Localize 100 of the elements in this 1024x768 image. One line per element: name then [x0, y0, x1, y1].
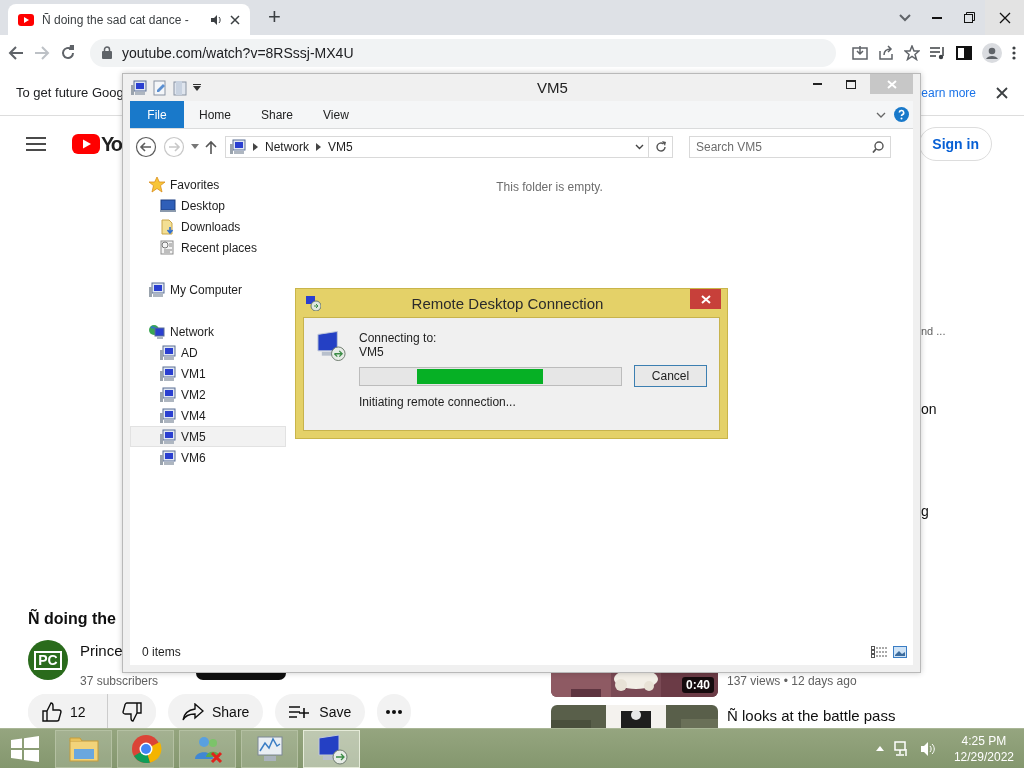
empty-folder-text: This folder is empty.	[495, 180, 604, 194]
nav-item[interactable]: Downloads	[130, 216, 286, 237]
close-icon[interactable]	[996, 86, 1008, 99]
nav-item[interactable]: VM5	[130, 426, 286, 447]
breadcrumb-item[interactable]: VM5	[328, 139, 353, 154]
breadcrumb-item[interactable]: Network	[265, 139, 309, 154]
breadcrumb-arrow-icon[interactable]	[316, 142, 321, 151]
new-tab-button[interactable]: +	[262, 3, 287, 31]
star-icon[interactable]	[904, 44, 920, 61]
network-icon[interactable]	[893, 740, 910, 757]
logo-text: Yo	[101, 132, 122, 156]
item-count: 0 items	[142, 645, 181, 659]
chevron-down-icon[interactable]	[899, 13, 911, 22]
more-button[interactable]	[377, 694, 412, 730]
up-arrow-icon[interactable]	[205, 139, 217, 154]
close-button[interactable]	[690, 289, 721, 309]
playlist-add-icon	[289, 705, 312, 719]
remote-desktop-icon	[306, 295, 321, 311]
target-name: VM5	[359, 345, 385, 359]
video-title[interactable]: Ñ looks at the battle pass	[727, 707, 896, 728]
close-icon	[700, 294, 711, 304]
large-icons-view-icon[interactable]	[893, 646, 907, 658]
more-dots-icon	[386, 710, 403, 714]
duration-badge: 0:40	[681, 677, 714, 693]
address-bar[interactable]: youtube.com/watch?v=8RSssj-MX4U	[90, 38, 836, 67]
share-button[interactable]: Share	[168, 694, 264, 730]
channel-avatar[interactable]: PC	[28, 640, 68, 680]
share-icon[interactable]	[878, 44, 894, 61]
back-arrow-icon[interactable]	[8, 44, 24, 61]
sidebar-icon[interactable]	[956, 45, 972, 60]
nav-item[interactable]: VM6	[130, 447, 286, 468]
nav-item[interactable]: VM2	[130, 384, 286, 405]
menu-icon[interactable]	[1012, 45, 1016, 60]
minimize-icon[interactable]	[932, 16, 942, 19]
video-title[interactable]: g	[921, 503, 929, 519]
reload-icon[interactable]	[60, 44, 76, 61]
media-list-icon[interactable]	[930, 45, 946, 60]
refresh-button[interactable]	[649, 135, 673, 158]
search-icon	[872, 140, 884, 153]
close-icon[interactable]	[998, 11, 1011, 24]
refresh-icon	[654, 140, 667, 153]
nav-item[interactable]: Recent places	[130, 237, 286, 258]
connecting-label: Connecting to:	[359, 331, 438, 345]
learn-more-link[interactable]: earn more	[921, 85, 976, 100]
computer-icon	[131, 79, 147, 96]
ribbon-tab[interactable]: Home	[184, 101, 246, 128]
restore-icon[interactable]	[963, 12, 975, 23]
video-stats: 137 views • 12 days ago	[727, 674, 857, 690]
video-title[interactable]: nd ...	[921, 325, 946, 337]
download-icon[interactable]	[852, 44, 868, 61]
caret-down-icon[interactable]	[193, 83, 201, 92]
like-button[interactable]: 12	[28, 694, 108, 730]
address-field[interactable]: Network VM5	[225, 135, 649, 158]
video-logo-icon	[72, 134, 100, 154]
properties-icon[interactable]	[153, 79, 167, 96]
nav-item[interactable]: VM4	[130, 405, 286, 426]
nav-item[interactable]: Network	[130, 321, 286, 342]
recent-places-icon	[160, 239, 176, 256]
nav-item[interactable]: VM1	[130, 363, 286, 384]
chevron-down-icon[interactable]	[876, 111, 886, 118]
subscriber-count: 37 subscribers	[80, 674, 159, 688]
close-icon[interactable]	[230, 14, 240, 25]
nav-item[interactable]: Favorites	[130, 174, 286, 195]
breadcrumb-arrow-icon[interactable]	[253, 142, 258, 151]
status-text: Initiating remote connection...	[359, 395, 517, 409]
menu-icon[interactable]	[26, 137, 46, 151]
search-field[interactable]: Search VM5	[689, 135, 891, 158]
lock-icon	[102, 46, 112, 59]
nav-item[interactable]: AD	[130, 342, 286, 363]
video-title[interactable]: on	[921, 401, 937, 417]
sign-in-button[interactable]: Sign in	[919, 127, 992, 161]
computer-icon	[160, 428, 176, 445]
channel-name[interactable]: Prince	[80, 642, 123, 659]
nav-item[interactable]: Desktop	[130, 195, 286, 216]
back-icon[interactable]	[135, 135, 157, 158]
chevron-down-icon[interactable]	[635, 143, 644, 150]
windows-logo-icon[interactable]	[11, 735, 39, 762]
ribbon-tab[interactable]: View	[308, 101, 364, 128]
remote-desktop-icon	[316, 330, 347, 362]
help-icon[interactable]	[894, 107, 909, 122]
maximize-icon[interactable]	[845, 79, 856, 89]
file-tab[interactable]: File	[130, 101, 184, 128]
url-text: youtube.com/watch?v=8RSssj-MX4U	[122, 44, 354, 61]
computer-icon	[160, 365, 176, 382]
dialog-title: Remote Desktop Connection	[410, 294, 605, 312]
share-arrow-icon	[182, 703, 204, 721]
computer-icon	[230, 138, 246, 155]
speaker-icon[interactable]	[210, 13, 222, 26]
download-folder-icon	[160, 218, 176, 235]
thumbs-up-icon	[42, 702, 62, 722]
profile-icon[interactable]	[982, 42, 1002, 63]
save-button[interactable]: Save	[275, 694, 366, 730]
network-icon	[149, 323, 165, 340]
ribbon-tab[interactable]: Share	[246, 101, 309, 128]
caret-up-icon[interactable]	[875, 746, 884, 751]
cancel-button[interactable]: Cancel	[634, 365, 707, 387]
computer-icon	[149, 281, 165, 298]
nav-item[interactable]: My Computer	[130, 279, 286, 300]
browser-tab[interactable]: Ñ doing the sad cat dance -	[8, 4, 250, 35]
details-view-icon[interactable]	[871, 646, 887, 658]
